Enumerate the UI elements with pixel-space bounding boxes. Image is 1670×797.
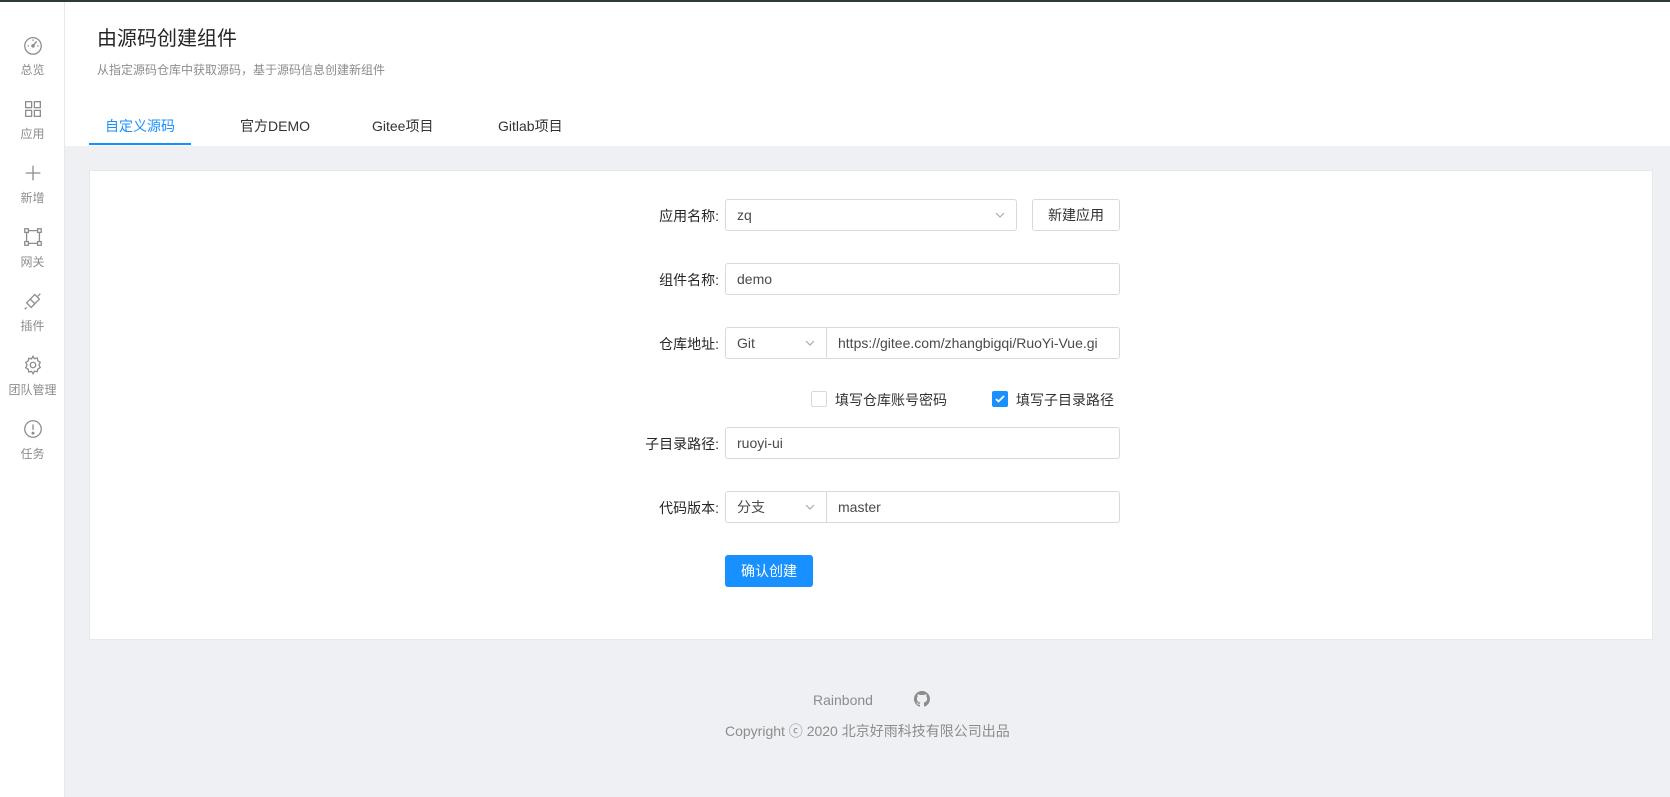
version-value: master xyxy=(838,499,881,515)
page-header: 由源码创建组件 从指定源码仓库中获取源码，基于源码信息创建新组件 自定义源码 官… xyxy=(65,2,1670,146)
component-name-label: 组件名称: xyxy=(659,272,719,288)
sidebar-item-label: 插件 xyxy=(20,319,45,333)
repo-type-value: Git xyxy=(737,335,755,351)
sidebar-item-label: 任务 xyxy=(20,447,45,461)
subdir-label: 子目录路径: xyxy=(645,436,719,452)
repo-type-select[interactable]: Git xyxy=(725,327,827,359)
active-tab-indicator xyxy=(89,143,191,145)
tab-gitlab-project[interactable]: Gitlab项目 xyxy=(498,116,563,136)
sidebar-item-label: 团队管理 xyxy=(8,383,57,397)
sidebar-item-add[interactable]: 新增 xyxy=(0,162,65,218)
page-title: 由源码创建组件 xyxy=(97,28,237,50)
tab-custom-source[interactable]: 自定义源码 xyxy=(105,116,175,136)
app-name-label: 应用名称: xyxy=(659,208,719,224)
sidebar-item-label: 新增 xyxy=(20,191,45,205)
footer-rainbond-link[interactable]: Rainbond xyxy=(813,692,873,708)
sidebar-item-plugin[interactable]: 插件 xyxy=(0,290,65,346)
sidebar-item-apps[interactable]: 应用 xyxy=(0,98,65,154)
apps-grid-icon xyxy=(24,101,41,117)
credentials-checkbox[interactable] xyxy=(811,391,827,407)
repo-label: 仓库地址: xyxy=(659,336,719,352)
repo-url-field[interactable]: https://gitee.com/zhangbigqi/RuoYi-Vue.g… xyxy=(826,327,1120,359)
gateway-icon xyxy=(23,228,42,246)
version-type-value: 分支 xyxy=(737,499,765,515)
sidebar-item-label: 网关 xyxy=(20,255,45,269)
chevron-down-icon xyxy=(805,340,815,346)
tab-official-demo[interactable]: 官方DEMO xyxy=(240,116,310,136)
sidebar-item-overview[interactable]: 总览 xyxy=(0,34,65,90)
chevron-down-icon xyxy=(995,212,1005,218)
alert-circle-icon xyxy=(23,420,42,438)
new-app-button[interactable]: 新建应用 xyxy=(1032,199,1120,231)
component-name-value: demo xyxy=(737,271,773,287)
gear-icon xyxy=(24,355,41,375)
sidebar: 总览 应用 新增 网关 插件 团队管理 任务 xyxy=(0,2,65,797)
version-label: 代码版本: xyxy=(659,500,719,516)
page-description: 从指定源码仓库中获取源码，基于源码信息创建新组件 xyxy=(97,63,386,77)
form-card: 应用名称: zq 新建应用 组件名称: demo 仓库地址: Git https… xyxy=(89,170,1653,640)
component-name-field[interactable]: demo xyxy=(725,263,1120,295)
app-name-select[interactable]: zq xyxy=(725,199,1017,231)
copyright-text: Copyright ⓒ 2020 北京好雨科技有限公司出品 xyxy=(725,723,1010,739)
sidebar-item-tasks[interactable]: 任务 xyxy=(0,418,65,474)
github-icon[interactable] xyxy=(914,691,930,707)
subdir-field[interactable]: ruoyi-ui xyxy=(725,427,1120,459)
subdir-value: ruoyi-ui xyxy=(737,435,783,451)
sidebar-item-label: 应用 xyxy=(20,127,45,141)
tab-gitee-project[interactable]: Gitee项目 xyxy=(372,116,433,136)
chevron-down-icon xyxy=(805,504,815,510)
sidebar-item-team[interactable]: 团队管理 xyxy=(0,354,65,410)
confirm-create-button[interactable]: 确认创建 xyxy=(725,555,813,587)
checkmark-icon xyxy=(995,395,1005,403)
version-type-select[interactable]: 分支 xyxy=(725,491,827,523)
plus-icon xyxy=(25,165,40,181)
repo-url-value: https://gitee.com/zhangbigqi/RuoYi-Vue.g… xyxy=(838,335,1098,351)
plugin-icon xyxy=(23,293,41,310)
subdir-checkbox[interactable] xyxy=(992,391,1008,407)
dashboard-icon xyxy=(23,37,42,55)
sidebar-item-gateway[interactable]: 网关 xyxy=(0,226,65,282)
app-name-value: zq xyxy=(737,207,752,223)
version-field[interactable]: master xyxy=(826,491,1120,523)
subdir-checkbox-label[interactable]: 填写子目录路径 xyxy=(1016,390,1114,410)
credentials-checkbox-label[interactable]: 填写仓库账号密码 xyxy=(835,390,947,410)
sidebar-item-label: 总览 xyxy=(20,63,45,77)
